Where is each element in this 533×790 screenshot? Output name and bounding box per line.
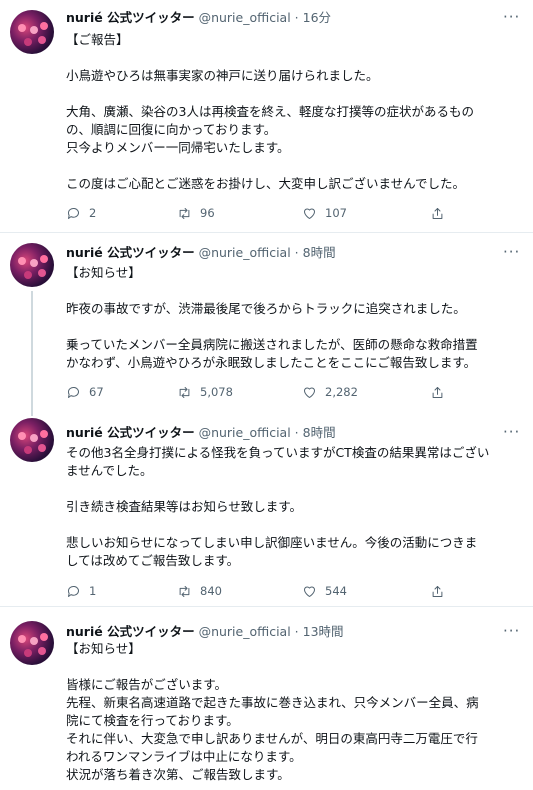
tweet-text-line: 小鳥遊やひろは無事実家の神戸に送り届けられました。 [66,68,379,83]
timestamp[interactable]: 13時間 [303,624,344,639]
more-icon[interactable]: ··· [503,425,519,443]
like-button[interactable]: 107 [302,203,347,223]
user-handle[interactable]: @nurie_official [199,425,291,440]
retweet-icon [179,207,190,219]
tweet-text-line: 乗っていたメンバー全員病院に搬送されましたが、医師の懸命な救命措置 [66,337,478,352]
tweet-text-line: の、順調に回復に向かっております。 [66,122,277,137]
avatar[interactable] [10,10,54,54]
tweet-text-line: ませんでした。 [66,463,153,478]
tweet-actions: 1 840 544 [66,581,466,601]
reply-icon [67,386,79,398]
reply-icon [67,207,79,219]
display-name[interactable]: nurié 公式ツイッター [66,10,195,25]
tweet-text-line: 【ご報告】 [66,32,129,47]
tweet-text-line: 【お知らせ】 [66,641,141,656]
reply-count: 1 [89,584,97,598]
tweet-1[interactable]: nurié 公式ツイッター @nurie_official · 16分 ··· … [0,0,533,232]
share-button[interactable] [430,382,445,402]
separator-dot: · [294,425,299,440]
reply-button[interactable]: 1 [66,581,96,601]
tweet-text-line: かなわず、小鳥遊やひろが永眠致しましたことをここにご報告致します。 [66,355,477,370]
avatar[interactable] [10,621,54,665]
tweet-text-line: 先程、新東名高速道路で起きた事故に巻き込まれ、只今メンバー全員、病 [66,695,479,710]
share-button[interactable] [430,203,445,223]
display-name[interactable]: nurié 公式ツイッター [66,425,195,440]
tweet-text-line: 【お知らせ】 [66,265,141,280]
tweet-header: nurié 公式ツイッター @nurie_official · 8時間 [66,424,336,442]
tweet-text-line: 引き続き検査結果等はお知らせ致します。 [66,499,303,514]
timestamp[interactable]: 8時間 [303,245,336,260]
separator-dot: · [294,245,299,260]
reply-icon [67,585,79,597]
user-handle[interactable]: @nurie_official [199,245,291,260]
like-count: 2,282 [325,385,358,399]
tweet-4[interactable]: nurié 公式ツイッター @nurie_official · 13時間 ···… [0,607,533,790]
retweet-button[interactable]: 96 [177,203,215,223]
separator-dot: · [294,10,299,25]
thread-line [31,291,33,416]
retweet-count: 840 [200,584,222,598]
like-button[interactable]: 544 [302,581,347,601]
retweet-icon [179,585,190,597]
user-handle[interactable]: @nurie_official [199,624,291,639]
reply-button[interactable]: 2 [66,203,96,223]
retweet-count: 5,078 [200,385,233,399]
tweet-text-line: この度はご心配とご迷惑をお掛けし、大変申し訳ございませんでした。 [66,176,466,191]
tweet-text-line: 院にて検査を行っております。 [66,713,239,728]
tweet-text-line: 只今よりメンバー一同帰宅いたします。 [66,140,290,155]
tweet-text-line: その他3名全身打撲による怪我を負っていますがCT検査の結果異常はござい [66,445,490,460]
tweet-text-line: 昨夜の事故ですが、渋滞最後尾で後ろからトラックに追突されました。 [66,301,466,316]
retweet-button[interactable]: 5,078 [177,382,233,402]
share-icon [432,585,443,597]
user-handle[interactable]: @nurie_official [199,10,291,25]
tweet-actions: 2 96 107 [66,203,466,223]
like-icon [304,387,315,398]
more-icon[interactable]: ··· [503,245,519,263]
reply-button[interactable]: 67 [66,382,104,402]
more-icon[interactable]: ··· [503,624,519,642]
avatar[interactable] [10,418,54,462]
share-icon [432,207,443,219]
tweet-header: nurié 公式ツイッター @nurie_official · 16分 [66,9,331,27]
retweet-icon [179,386,190,398]
tweet-header: nurié 公式ツイッター @nurie_official · 8時間 [66,244,336,262]
reply-count: 67 [89,385,104,399]
tweet-text-line: われるワンマンライブは中止になります。 [66,749,302,764]
like-icon [304,586,315,597]
like-button[interactable]: 2,282 [302,382,358,402]
tweet-text-line: それに伴い、大変急で申し訳ありませんが、明日の東高円寺二万電圧で行 [66,731,478,746]
more-icon[interactable]: ··· [503,10,519,28]
like-count: 107 [325,206,347,220]
tweet-3[interactable]: nurié 公式ツイッター @nurie_official · 8時間 ··· … [0,408,533,605]
tweet-feed: nurié 公式ツイッター @nurie_official · 16分 ··· … [0,0,533,790]
display-name[interactable]: nurié 公式ツイッター [66,245,195,260]
timestamp[interactable]: 8時間 [303,425,336,440]
tweet-text-line: 皆様にご報告がございます。 [66,677,228,692]
tweet-text-line: 大角、廣瀬、染谷の3人は再検査を終え、軽度な打撲等の症状があるもの [66,104,474,119]
tweet-actions: 67 5,078 2,282 [66,382,466,402]
tweet-header: nurié 公式ツイッター @nurie_official · 13時間 [66,623,344,641]
share-button[interactable] [430,581,445,601]
tweet-2[interactable]: nurié 公式ツイッター @nurie_official · 8時間 ··· … [0,233,533,416]
timestamp[interactable]: 16分 [303,10,331,25]
retweet-button[interactable]: 840 [177,581,222,601]
avatar[interactable] [10,243,54,287]
separator-dot: · [294,624,299,639]
like-count: 544 [325,584,347,598]
retweet-count: 96 [200,206,215,220]
share-icon [432,386,443,398]
reply-count: 2 [89,206,97,220]
tweet-text-line: 悲しいお知らせになってしまい申し訳御座いません。今後の活動につきま [66,535,478,550]
tweet-text-line: しては改めてご報告致します。 [66,553,240,568]
display-name[interactable]: nurié 公式ツイッター [66,624,195,639]
like-icon [304,208,315,219]
tweet-text-line: 状況が落ち着き次第、ご報告致します。 [66,767,290,782]
